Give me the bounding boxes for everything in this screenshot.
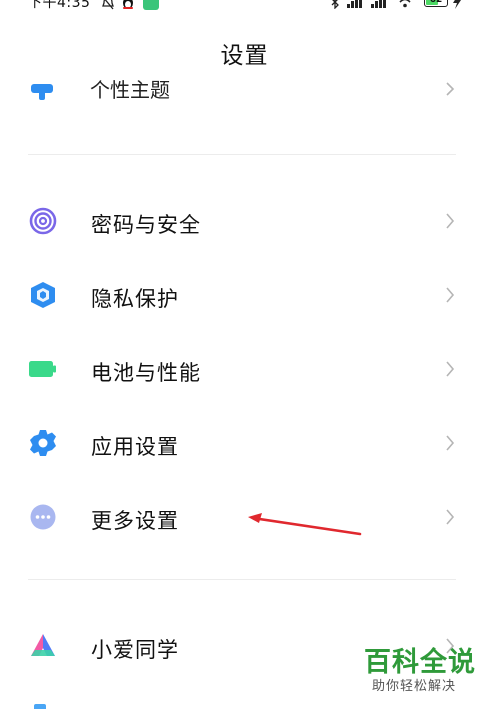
settings-item-app-settings[interactable]: 应用设置 — [0, 415, 489, 475]
chevron-right-icon — [446, 287, 455, 303]
watermark: 百科全说 助你轻松解决 — [364, 648, 476, 696]
privacy-shield-icon — [31, 282, 55, 308]
settings-item-label: 隐私保护 — [91, 287, 179, 311]
more-dots-icon — [30, 504, 56, 530]
page-title: 设置 — [220, 43, 269, 69]
battery-icon — [29, 361, 56, 377]
penguin-icon — [123, 0, 133, 9]
watermark-title: 百科全说 — [364, 647, 476, 678]
charging-icon — [453, 0, 461, 9]
fingerprint-icon — [29, 207, 57, 235]
theme-icon — [31, 84, 53, 100]
settings-item-label: 小爱同学 — [91, 638, 179, 662]
bluetooth-icon — [331, 0, 339, 9]
app-notification-icon — [143, 0, 159, 10]
divider — [28, 154, 456, 155]
signal-icon — [347, 0, 362, 8]
status-time: 下午4:35 — [28, 0, 91, 11]
settings-item-theme[interactable]: 个性主题 — [0, 80, 489, 108]
settings-item-battery-performance[interactable]: 电池与性能 — [0, 341, 489, 401]
settings-item-label: 密码与安全 — [91, 213, 201, 237]
chevron-right-icon — [446, 509, 455, 525]
xiaoai-icon — [31, 634, 55, 656]
signal-icon — [371, 0, 386, 8]
chevron-right-icon — [446, 82, 455, 96]
wifi-icon — [399, 0, 411, 8]
watermark-subtitle: 助你轻松解决 — [372, 679, 457, 694]
settings-item-label: 个性主题 — [90, 80, 170, 102]
battery-level: 62 — [429, 0, 443, 5]
bell-off-icon — [102, 0, 114, 10]
status-bar: 下午4:35 ··· 62 — [0, 0, 489, 16]
chevron-right-icon — [446, 213, 455, 229]
gear-icon — [30, 430, 56, 456]
more-icon: ··· — [175, 0, 193, 7]
settings-item-privacy[interactable]: 隐私保护 — [0, 267, 489, 327]
settings-item-label: 更多设置 — [91, 509, 179, 533]
next-item-icon-peek — [34, 704, 46, 709]
settings-item-label: 应用设置 — [91, 435, 179, 459]
annotation-arrow — [248, 513, 362, 536]
chevron-right-icon — [446, 435, 455, 451]
battery-icon: 62 — [424, 0, 448, 7]
settings-item-password-security[interactable]: 密码与安全 — [0, 193, 489, 253]
chevron-right-icon — [446, 361, 455, 377]
divider — [28, 579, 456, 580]
settings-item-label: 电池与性能 — [91, 361, 201, 385]
